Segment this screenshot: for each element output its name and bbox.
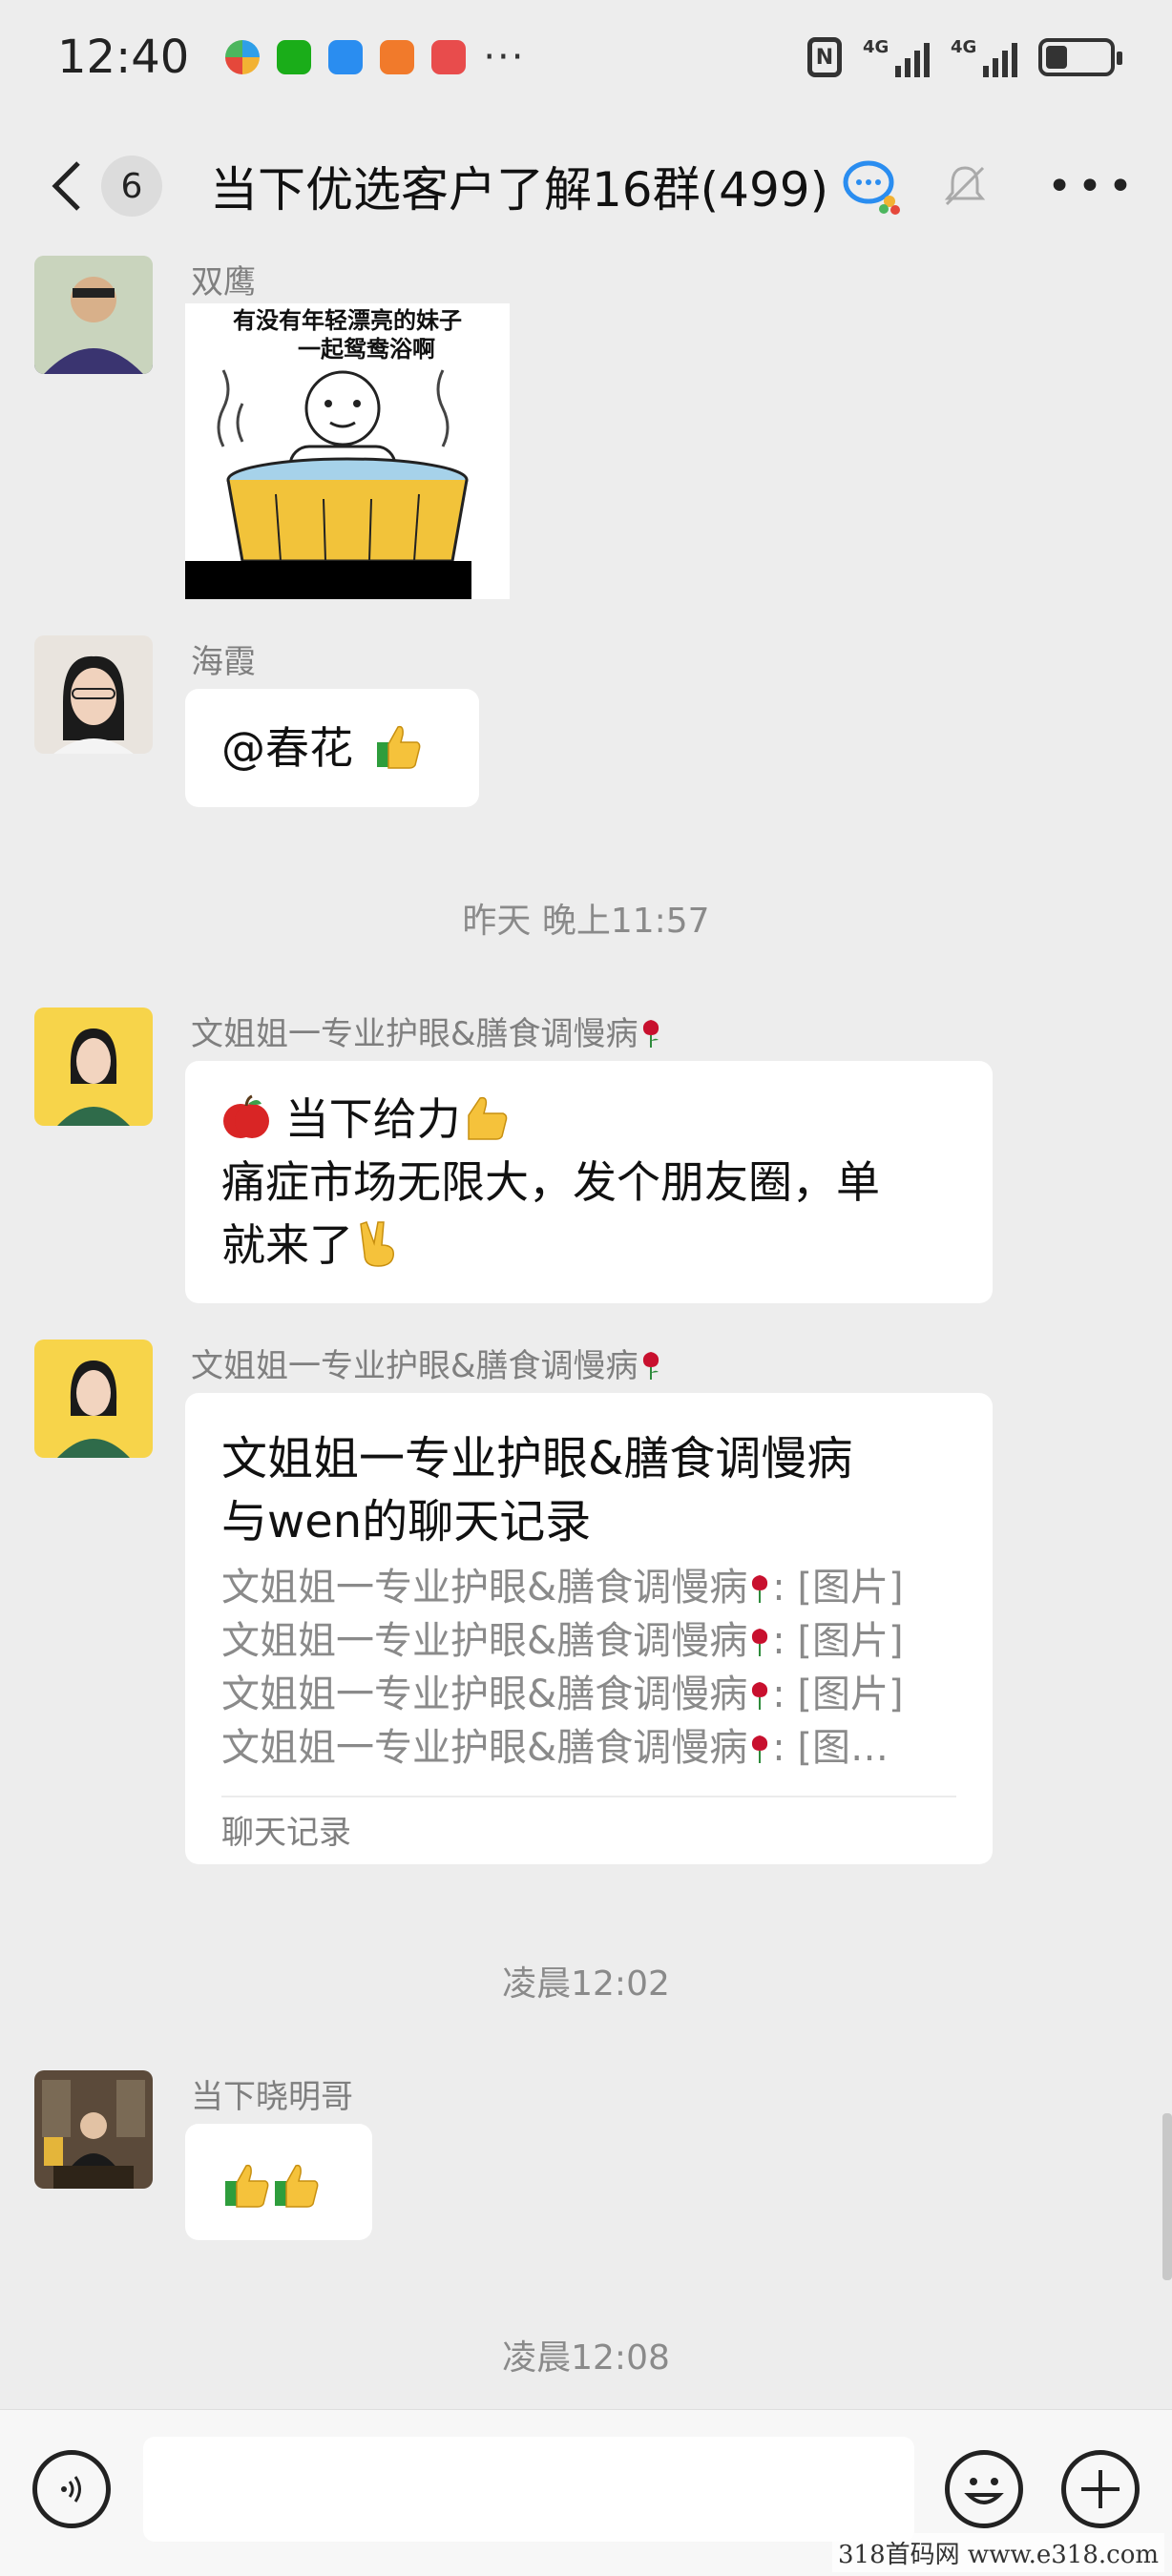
rose-emoji-icon xyxy=(752,1682,768,1710)
sender-name: 双鹰 xyxy=(191,263,256,301)
plus-icon xyxy=(1081,2470,1120,2508)
avatar[interactable] xyxy=(34,2070,153,2189)
sender-name: 文姐姐一专业护眼&膳食调慢病 xyxy=(191,1008,663,1054)
more-options-button[interactable]: ••• xyxy=(1047,153,1133,219)
card-preview-line: 文姐姐一专业护眼&膳食调慢病: [图片] xyxy=(221,1672,904,1716)
avatar-portrait xyxy=(34,1008,153,1126)
card-preview-line: 文姐姐一专业护眼&膳食调慢病: [图… xyxy=(221,1726,889,1770)
app-notification-icon-5 xyxy=(431,40,467,74)
card-preview-line: 文姐姐一专业护眼&膳食调慢病: [图片] xyxy=(221,1566,904,1610)
status-time: 12:40 xyxy=(57,31,190,84)
more-notifications-icon: ··· xyxy=(483,35,526,79)
back-button[interactable] xyxy=(38,148,95,224)
message-notification-icon xyxy=(328,40,364,74)
group-chat-icon xyxy=(843,160,901,215)
message-text: @春花 xyxy=(221,722,367,774)
app-notification-icon-4 xyxy=(380,40,415,74)
sticker-caption-line1: 有没有年轻漂亮的妹子 xyxy=(233,307,462,334)
rose-emoji-icon xyxy=(752,1735,768,1763)
rose-emoji-icon xyxy=(642,1352,659,1380)
chat-record-card[interactable]: 文姐姐一专业护眼&膳食调慢病 与wen的聊天记录 文姐姐一专业护眼&膳食调慢病:… xyxy=(185,1393,993,1864)
network-type-2: 4G xyxy=(951,37,977,57)
mute-bell-icon xyxy=(944,166,986,206)
message-line-1: 当下给力 xyxy=(221,1088,956,1151)
rose-emoji-icon xyxy=(752,1575,768,1603)
avatar[interactable] xyxy=(34,1340,153,1458)
unread-count-badge: 6 xyxy=(101,156,162,217)
rose-emoji-icon xyxy=(752,1629,768,1656)
sender-name: 当下晓明哥 xyxy=(191,2078,353,2116)
network-type-1: 4G xyxy=(863,37,889,57)
rose-emoji-icon xyxy=(642,1020,659,1048)
wechat-notification-icon xyxy=(277,40,312,74)
timestamp: 凌晨12:08 xyxy=(502,2338,670,2378)
message-input[interactable] xyxy=(143,2437,914,2542)
sender-name: 文姐姐一专业护眼&膳食调慢病 xyxy=(191,1340,663,1386)
card-title-line-1: 文姐姐一专业护眼&膳食调慢病 xyxy=(221,1432,853,1485)
thumbs-up-emoji-icon xyxy=(376,725,421,769)
avatar-portrait xyxy=(34,2070,153,2189)
message-bubble[interactable]: 当下给力 痛症市场无限大，发个朋友圈，单 就来了 xyxy=(185,1061,993,1303)
emoji-button[interactable] xyxy=(945,2450,1023,2528)
signal-icon-1: 4G xyxy=(863,37,930,77)
card-footer-label: 聊天记录 xyxy=(221,1814,351,1852)
message-line-3: 就来了 xyxy=(221,1214,956,1277)
message-bubble[interactable]: @春花 xyxy=(185,689,479,807)
watermark: 318首码网 www.e318.com xyxy=(832,2533,1164,2572)
victory-hand-emoji-icon xyxy=(360,1221,394,1267)
bath-sticker-graphic: 有没有年轻漂亮的妹子 一起鸳鸯浴啊 xyxy=(185,303,510,599)
message-list[interactable]: 双鹰 有没有年轻漂亮的妹子 一起鸳鸯浴啊 海霞 @春花 昨天 晚上11:57 文… xyxy=(0,248,1172,2409)
signal-icon-2: 4G xyxy=(951,37,1017,77)
thumbs-up-emoji-icon xyxy=(467,1096,507,1140)
apple-emoji-icon xyxy=(223,1094,269,1138)
more-functions-button[interactable] xyxy=(1061,2450,1140,2528)
avatar[interactable] xyxy=(34,635,153,754)
thumbs-up-emoji-icon xyxy=(275,2164,319,2208)
scrollbar-thumb[interactable] xyxy=(1162,2113,1172,2280)
chevron-left-icon xyxy=(52,161,80,211)
chat-header: 6 当下优选客户了解16群(499) ••• xyxy=(0,134,1172,239)
avatar-portrait xyxy=(34,256,153,374)
avatar-portrait xyxy=(34,635,153,754)
timestamp: 昨天 晚上11:57 xyxy=(462,902,710,941)
status-bar: 12:40 ··· N 4G 4G xyxy=(0,0,1172,114)
nfc-icon: N xyxy=(807,37,842,77)
smiley-icon xyxy=(964,2478,1004,2504)
sticker-image[interactable]: 有没有年轻漂亮的妹子 一起鸳鸯浴啊 xyxy=(185,303,510,599)
avatar-portrait xyxy=(34,1340,153,1458)
battery-icon xyxy=(1038,38,1122,76)
message-line-2: 痛症市场无限大，发个朋友圈，单 xyxy=(221,1156,880,1208)
card-title-line-2: 与wen的聊天记录 xyxy=(221,1495,592,1548)
sticker-caption-line2: 一起鸳鸯浴啊 xyxy=(298,336,435,363)
timestamp: 凌晨12:02 xyxy=(502,1964,670,2004)
card-preview-line: 文姐姐一专业护眼&膳食调慢病: [图片] xyxy=(221,1619,904,1663)
sender-name: 海霞 xyxy=(191,643,256,681)
app-notification-icon-1 xyxy=(225,40,261,74)
avatar[interactable] xyxy=(34,1008,153,1126)
avatar[interactable] xyxy=(34,256,153,374)
voice-icon xyxy=(61,2476,81,2503)
message-bubble[interactable] xyxy=(185,2124,372,2240)
thumbs-up-emoji-icon xyxy=(225,2164,269,2208)
card-divider xyxy=(221,1796,956,1797)
chat-title: 当下优选客户了解16群(499) xyxy=(210,162,829,218)
voice-input-button[interactable] xyxy=(32,2450,111,2528)
